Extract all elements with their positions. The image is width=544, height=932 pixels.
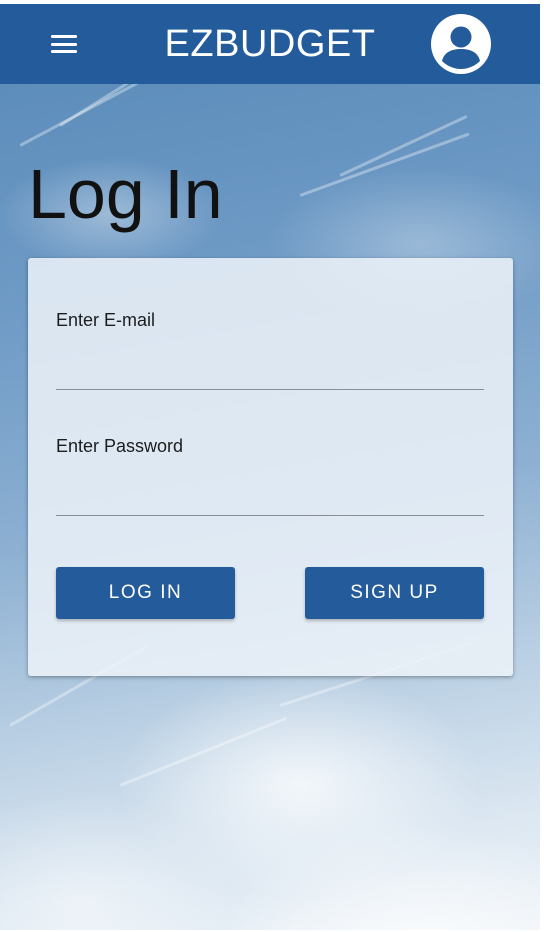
password-field-group: Enter Password: [56, 436, 484, 516]
email-field-group: Enter E-mail: [56, 310, 484, 390]
password-input[interactable]: [56, 479, 484, 516]
page-title: Log In: [28, 155, 223, 233]
account-button[interactable]: [431, 14, 491, 74]
login-card: Enter E-mail Enter Password LOG IN SIGN …: [28, 258, 513, 676]
app-screen: EZBUDGET Log In Enter E-mail Enter Passw…: [0, 0, 544, 932]
signup-button[interactable]: SIGN UP: [305, 567, 484, 619]
app-title: EZBUDGET: [164, 23, 376, 65]
app-bar: EZBUDGET: [0, 4, 540, 84]
hamburger-menu-icon: [51, 35, 77, 53]
email-input[interactable]: [56, 353, 484, 390]
password-label: Enter Password: [56, 436, 184, 456]
login-button[interactable]: LOG IN: [56, 567, 235, 619]
menu-button[interactable]: [40, 24, 88, 64]
email-label: Enter E-mail: [56, 310, 156, 330]
right-edge: [540, 0, 544, 932]
account-circle-icon: [442, 26, 480, 69]
